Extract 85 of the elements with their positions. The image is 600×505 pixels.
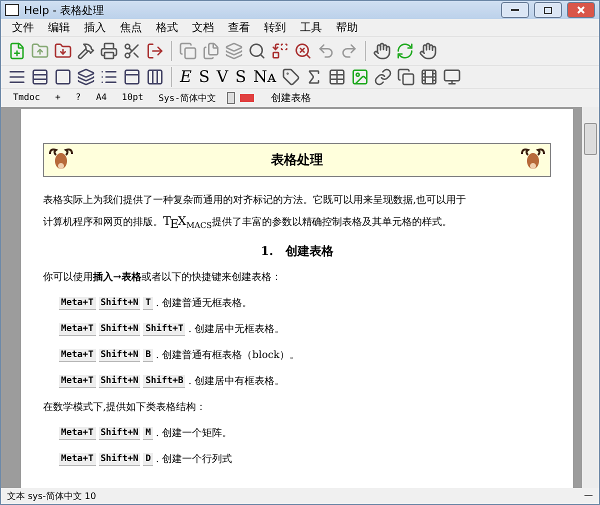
shortcut-description: . 创建居中无框表格。	[188, 322, 285, 336]
color-swatch-icon[interactable]	[240, 91, 254, 105]
menu-item[interactable]: 编辑	[41, 20, 77, 35]
paragraph: 在数学模式下,提供如下类表格结构：	[43, 400, 208, 415]
menu-item[interactable]: 格式	[149, 20, 185, 35]
font-size-button[interactable]: 10pt	[116, 93, 150, 103]
context-label: 创建表格	[270, 92, 312, 105]
refresh-icon[interactable]	[395, 41, 415, 61]
shortcut-key: Shift+B	[143, 374, 186, 388]
maximize-button[interactable]	[534, 2, 562, 18]
menu-item[interactable]: 查看	[221, 20, 257, 35]
stack-icon[interactable]	[76, 67, 96, 87]
text-style-button[interactable]: S	[233, 67, 248, 87]
shortcut-description: . 创建普通有框表格（block）。	[156, 348, 300, 362]
minimize-button[interactable]	[501, 2, 529, 18]
shortcut-key: Shift+N	[98, 322, 140, 336]
app-icon	[5, 4, 19, 16]
rows-icon[interactable]	[30, 67, 50, 87]
text-style-button[interactable]: S	[196, 67, 212, 87]
image-icon[interactable]	[350, 67, 370, 87]
page-icon[interactable]	[225, 92, 238, 104]
paragraph: 表格实际上为我们提供了一种复杂而通用的对齐标记的方法。它既可以用来呈现数据,也可以用于	[43, 194, 468, 208]
shortcut-key: M	[143, 426, 153, 440]
save-folder-icon[interactable]	[53, 41, 73, 61]
shortcut-description: . 创建居中有框表格。	[188, 374, 285, 388]
tag-icon[interactable]	[281, 67, 302, 87]
menu-item[interactable]: 工具	[293, 20, 329, 35]
link-icon[interactable]	[373, 67, 394, 87]
menu-item[interactable]: 转到	[257, 20, 293, 35]
search-icon[interactable]	[247, 41, 267, 61]
status-text: 文本 sys-简体中文 10	[7, 490, 96, 502]
shortcut-key: Meta+T	[59, 348, 96, 362]
shortcut-key: Shift+T	[143, 322, 186, 336]
hammer-icon[interactable]	[76, 41, 96, 61]
shortcut-key: Meta+T	[59, 374, 96, 388]
minimize-icon	[511, 8, 519, 12]
shortcut-key: Meta+T	[59, 452, 96, 466]
style-label[interactable]: Tmdoc	[7, 93, 46, 103]
paragraph: 你可以使用插入→表格或者以下的快捷键来创建表格：	[43, 270, 282, 285]
shortcut-key: T	[143, 296, 153, 310]
shortcut-key: B	[143, 348, 153, 362]
document-title: 表格处理	[271, 152, 323, 169]
menu-item[interactable]: 焦点	[113, 20, 149, 35]
text-style-button[interactable]: V	[214, 67, 230, 87]
shortcut-key: Meta+T	[59, 426, 96, 440]
texmacs-logo: TEX$_{MACS}$	[163, 214, 212, 228]
window-title: Help - 表格处理	[24, 2, 106, 18]
shortcut-key: Shift+N	[98, 426, 140, 440]
menu-item[interactable]: 文件	[5, 20, 41, 35]
panel-icon[interactable]	[122, 67, 142, 87]
shortcut-key: Meta+T	[59, 296, 96, 310]
frame-icon[interactable]	[53, 67, 73, 87]
copy-icon[interactable]	[396, 67, 416, 87]
shortcut-key: Shift+N	[98, 374, 140, 388]
monitor-icon[interactable]	[442, 67, 462, 87]
shortcut-description: . 创建一个行列式	[156, 452, 232, 466]
paragraph: 提供了丰富的参数以精确控制表格及其单元格的样式。	[212, 217, 452, 228]
shortcut-key: D	[143, 452, 153, 466]
close-button[interactable]	[567, 2, 595, 18]
paragraph: 计算机程序和网页的排版。	[43, 217, 163, 228]
maximize-icon	[544, 6, 552, 14]
table-icon[interactable]	[327, 67, 348, 87]
text-style-button[interactable]: E	[178, 67, 194, 87]
menu-item[interactable]: 文档	[185, 20, 221, 35]
print-icon[interactable]	[99, 41, 119, 61]
scrollbar[interactable]	[582, 107, 599, 488]
font-button[interactable]: Sys-简体中文	[152, 92, 222, 104]
text-style-button[interactable]: Nᴀ	[251, 67, 278, 87]
shortcut-description: . 创建一个矩阵。	[156, 426, 232, 440]
shortcut-key: Shift+N	[98, 452, 140, 466]
columns-icon[interactable]	[145, 67, 165, 87]
menu-item[interactable]: 帮助	[329, 20, 365, 35]
shortcut-key: Meta+T	[59, 322, 96, 336]
add-package-button[interactable]: +	[49, 93, 67, 103]
shortcut-key: Shift+N	[98, 348, 140, 362]
help-button[interactable]: ?	[70, 93, 87, 103]
shortcut-key: Shift+N	[98, 296, 140, 310]
menu-item[interactable]: 插入	[77, 20, 113, 35]
paper-size-button[interactable]: A4	[90, 93, 113, 103]
status-indicator: —	[584, 491, 593, 501]
exit-icon[interactable]	[145, 41, 165, 61]
close-icon	[577, 6, 585, 14]
section-heading: 1. 创建表格	[260, 243, 334, 260]
shortcut-description: . 创建普通无框表格。	[156, 296, 252, 310]
film-icon[interactable]	[419, 67, 440, 87]
